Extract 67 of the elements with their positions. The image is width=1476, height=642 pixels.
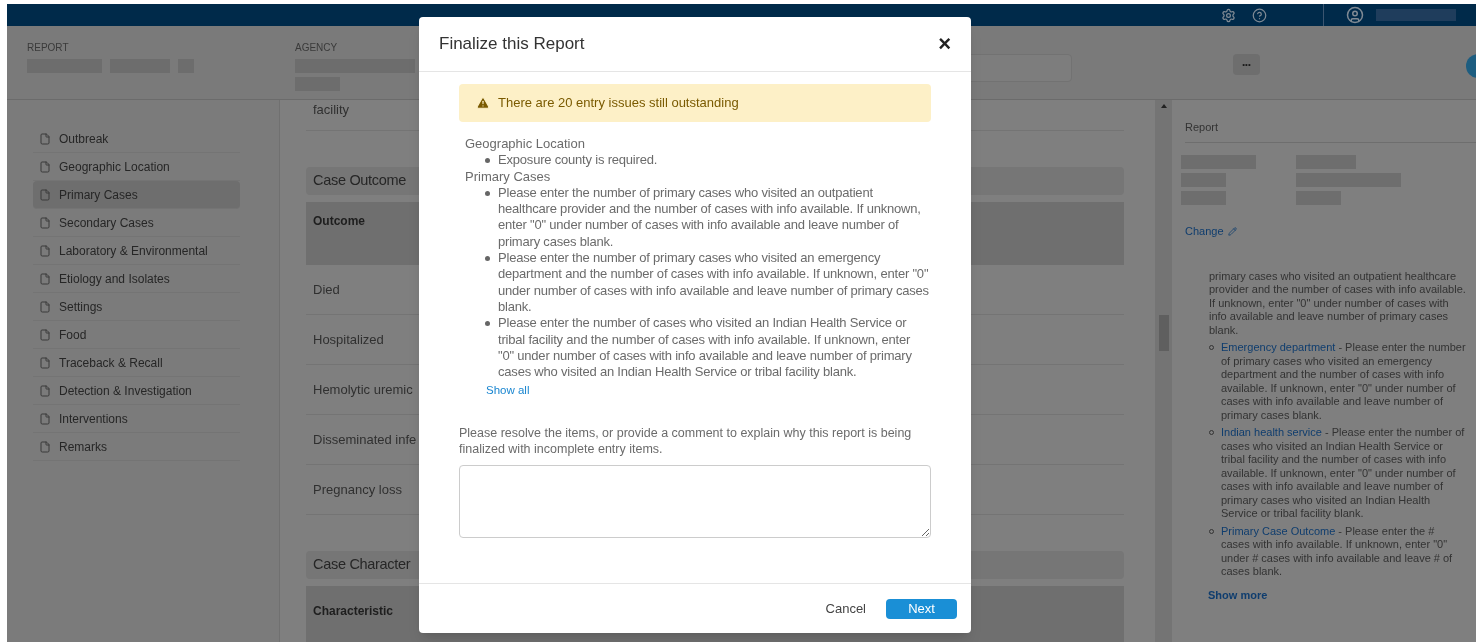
modal-title: Finalize this Report	[439, 33, 585, 56]
issue-link[interactable]: Primary Case Outcome	[1221, 524, 1336, 537]
group-title: Geographic Location	[465, 136, 586, 153]
field-label: REPORT	[27, 41, 70, 55]
document-icon	[39, 412, 51, 425]
table-cell-text: Pregnancy loss	[313, 480, 402, 499]
document-icon	[39, 132, 51, 145]
warning-icon	[476, 96, 490, 110]
close-button[interactable]: ×	[938, 33, 951, 55]
warning-alert: There are 20 entry issues still outstanding	[459, 84, 931, 122]
document-icon	[39, 328, 51, 341]
sidebar-item[interactable]: Interventions	[33, 405, 240, 433]
settings-icon[interactable]	[1221, 7, 1236, 23]
document-icon	[39, 244, 51, 257]
document-icon	[39, 384, 51, 397]
table-cell-text: Died	[313, 280, 340, 299]
document-icon	[39, 160, 51, 173]
sidebar-item[interactable]: Remarks	[33, 433, 240, 461]
change-link[interactable]: Change	[1185, 223, 1237, 240]
issue-text: primary cases who visited an outpatient healthcare provider and the number of cases with info available. If unknown, enter "0" under number of cases with info available and leave number of primary cases blank.	[1209, 269, 1466, 337]
table-cell-text: Hospitalized	[313, 330, 384, 349]
sidebar-item[interactable]: Primary Cases	[33, 181, 240, 209]
issue-text: Indian health service - Please enter the number of cases who visited an Indian Health Service or tribal facility and the number of cases with info available. If unknown, enter "0" under number of cases with info available and leave number of primary cases who visited an Indian Health Service or tribal facility blank.	[1221, 426, 1466, 521]
more-button[interactable]: •••	[1233, 54, 1260, 75]
document-icon	[39, 440, 51, 453]
user-icon[interactable]	[1346, 6, 1364, 24]
issue-text: Primary Case Outcome - Please enter the # cases with info available. If unknown, enter "0" under # cases with info available and leave # of cases blank.	[1221, 524, 1454, 579]
document-icon	[39, 216, 51, 229]
sidebar-item[interactable]: Traceback & Recall	[33, 349, 240, 377]
next-button[interactable]: Next	[886, 598, 957, 619]
panel-title: Report	[1185, 121, 1219, 133]
issue-text: Please enter the number of cases who visited an Indian Health Service or tribal facility and the number of cases with info available. If unknown, enter "0" under number of cases with info available and leave number of primary cases who visited an Indian Health Service or tribal facility blank.	[498, 315, 913, 381]
document-icon	[39, 356, 51, 369]
issue-text: Exposure county is required.	[498, 152, 658, 169]
issue-text: Emergency department - Please enter the number of primary cases who visited an emergency department and the number of cases with info available. If unknown, enter "0" under number of cases with info available and leave number of primary cases blank.	[1221, 341, 1466, 422]
bullet-icon	[485, 321, 490, 327]
sidebar-item[interactable]: Food	[33, 321, 240, 349]
show-more-link[interactable]: Show more	[1208, 586, 1268, 603]
document-icon	[39, 188, 51, 201]
section-title: Case Outcome	[313, 171, 407, 191]
help-icon[interactable]	[1252, 7, 1267, 23]
bullet-icon	[485, 256, 490, 262]
issue-link[interactable]: Indian health service	[1221, 426, 1322, 438]
pencil-icon	[1227, 226, 1237, 236]
sidebar-item[interactable]: Outbreak	[33, 125, 240, 153]
field-label: facility	[313, 101, 350, 119]
group-title: Primary Cases	[465, 168, 552, 185]
comment-field[interactable]	[459, 464, 931, 538]
field-label: AGENCY	[295, 41, 339, 55]
sidebar-item[interactable]: Detection & Investigation	[33, 377, 240, 405]
show-all-link[interactable]: Show all	[486, 382, 530, 399]
issue-link[interactable]: Emergency department	[1221, 341, 1336, 353]
cancel-button[interactable]: Cancel	[825, 598, 866, 619]
section-title: Case Character	[313, 555, 411, 575]
table-cell-text: Hemolytic uremic	[313, 380, 413, 399]
table-cell-text: Disseminated infe	[313, 430, 417, 449]
sidebar-item[interactable]: Settings	[33, 293, 240, 321]
sidebar-item[interactable]: Secondary Cases	[33, 209, 240, 237]
comment-prompt: Please resolve the items, or provide a comment to explain why this report is being finalized with incomplete entry items.	[459, 424, 913, 457]
sidebar-item[interactable]: Laboratory & Environmental	[33, 237, 240, 265]
bullet-icon	[485, 158, 490, 164]
scroll-up-icon[interactable]	[1160, 104, 1167, 108]
scrollbar[interactable]	[1155, 100, 1172, 642]
sidebar-item[interactable]: Etiology and Isolates	[33, 265, 240, 293]
bullet-icon	[485, 190, 490, 196]
document-icon	[39, 272, 51, 285]
document-icon	[39, 300, 51, 313]
